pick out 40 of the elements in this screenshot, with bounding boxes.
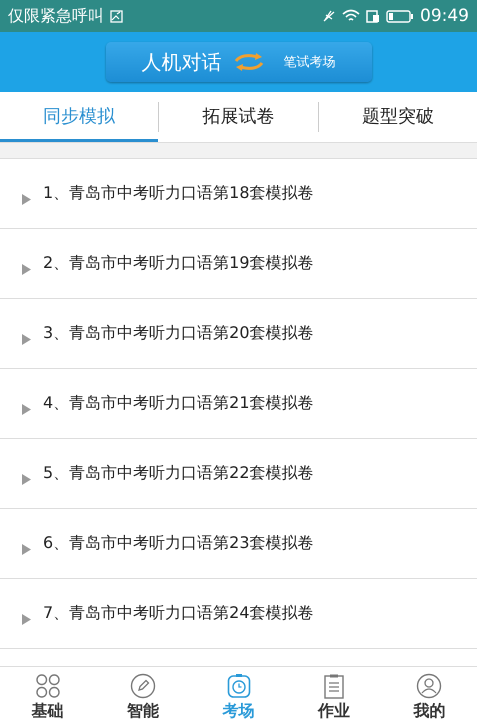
nav-item[interactable]: 我的 [382, 667, 477, 727]
list-item[interactable]: 2、青岛市中考听力口语第19套模拟卷 [0, 229, 477, 299]
sim-icon [366, 9, 380, 23]
item-title: 2、青岛市中考听力口语第19套模拟卷 [43, 253, 314, 274]
triangle-icon [22, 544, 31, 555]
list-item[interactable]: 7、青岛市中考听力口语第24套模拟卷 [0, 579, 477, 649]
clock-text: 09:49 [420, 6, 469, 26]
battery-icon [386, 10, 414, 22]
toggle-label: 笔试考场 [284, 54, 336, 71]
list-item[interactable]: 3、青岛市中考听力口语第20套模拟卷 [0, 299, 477, 369]
carrier-text: 仅限紧急呼叫 [8, 6, 104, 26]
item-title: 5、青岛市中考听力口语第22套模拟卷 [43, 463, 314, 484]
tab[interactable]: 拓展试卷 [159, 92, 318, 142]
mute-icon [322, 9, 336, 23]
wifi-icon [342, 9, 360, 23]
triangle-icon [22, 264, 31, 275]
item-title: 3、青岛市中考听力口语第20套模拟卷 [43, 323, 314, 344]
list-item[interactable]: 1、青岛市中考听力口语第18套模拟卷 [0, 159, 477, 229]
nav-item[interactable]: 智能 [95, 667, 191, 727]
toggle-label: 人机对话 [142, 48, 222, 76]
image-icon [110, 10, 123, 22]
item-title: 7、青岛市中考听力口语第24套模拟卷 [43, 603, 314, 624]
nav-item[interactable]: 基础 [0, 667, 96, 727]
clock-icon [226, 672, 252, 698]
item-title: 1、青岛市中考听力口语第18套模拟卷 [43, 183, 314, 204]
triangle-icon [22, 614, 31, 625]
grid-icon [34, 672, 61, 698]
item-title: 4、青岛市中考听力口语第21套模拟卷 [43, 393, 314, 414]
list-item[interactable]: 6、青岛市中考听力口语第23套模拟卷 [0, 509, 477, 579]
nav-item[interactable]: 作业 [286, 667, 382, 727]
triangle-icon [22, 404, 31, 415]
list-item[interactable]: 5、青岛市中考听力口语第22套模拟卷 [0, 439, 477, 509]
item-title: 6、青岛市中考听力口语第23套模拟卷 [43, 533, 314, 554]
list-item[interactable]: 4、青岛市中考听力口语第21套模拟卷 [0, 369, 477, 439]
triangle-icon [22, 474, 31, 485]
tab[interactable]: 题型突破 [318, 92, 477, 142]
triangle-icon [22, 334, 31, 345]
person-icon [416, 672, 442, 698]
pencil-icon [130, 672, 156, 698]
triangle-icon [22, 194, 31, 205]
